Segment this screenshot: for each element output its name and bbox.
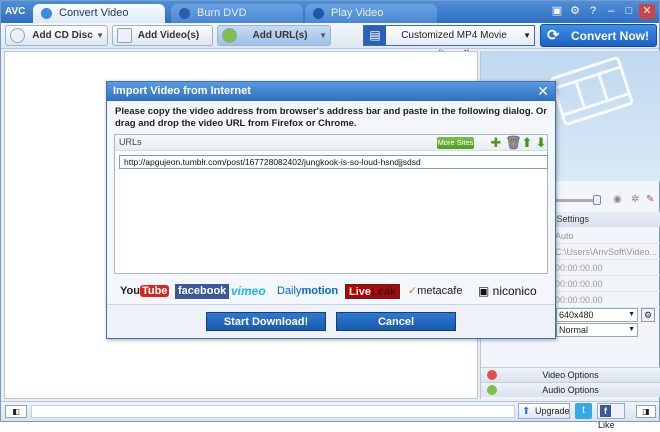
convert-video-icon (41, 8, 52, 19)
supported-sites: You Tube facebook vimeo Dailymotion LiveL… (114, 282, 548, 302)
settings-icon[interactable]: ✲ (631, 194, 639, 205)
upgrade-label: Upgrade (535, 406, 570, 416)
chevron-down-icon[interactable]: ▼ (96, 26, 104, 45)
liveleak-logo: LiveLeak (345, 284, 401, 299)
metacafe-logo: ✓metacafe (408, 285, 463, 297)
basic-settings-header[interactable]: sic Settings (541, 212, 660, 227)
film-icon (117, 28, 132, 43)
camera-icon[interactable]: ◉ (613, 194, 622, 205)
video-options-bar[interactable]: Video Options (481, 367, 660, 382)
help-icon[interactable]: ? (585, 4, 601, 19)
maximize-icon[interactable]: □ (621, 4, 637, 19)
convert-now-button[interactable]: ⟳ Convert Now! (540, 24, 657, 47)
arrow-up-icon[interactable]: ⬆ (520, 136, 534, 150)
minimize-icon[interactable]: – (603, 4, 619, 19)
setting-value[interactable]: C:\Users\AnvSoft\Video... (555, 244, 660, 260)
twitter-icon[interactable]: t (575, 403, 592, 419)
facebook-icon: f (600, 405, 611, 417)
app-window: AVC Convert Video Burn DVD Play Video ▣ … (0, 0, 660, 430)
film-strip-icon: ▤ (364, 26, 386, 45)
add-videos-button[interactable]: Add Video(s) (112, 25, 213, 46)
gear-icon[interactable]: ⚙ (641, 308, 655, 322)
setting-value[interactable]: Auto (555, 228, 660, 244)
delete-icon[interactable]: 🗑 (505, 136, 522, 150)
volume-track[interactable] (549, 199, 599, 202)
output-profile-select[interactable]: ▤ Customized MP4 Movie (*.mp4) ▼ (363, 25, 535, 60)
upgrade-button[interactable]: ⬆ Upgrade (518, 403, 570, 419)
wand-icon[interactable]: ✎ (646, 194, 654, 205)
youtube-logo: You Tube (120, 285, 170, 297)
facebook-like-button[interactable]: fLike (597, 403, 625, 430)
video-size-value: 640x480 (559, 310, 594, 320)
tab-convert-video[interactable]: Convert Video (33, 4, 165, 23)
refresh-icon: ⟳ (547, 27, 560, 44)
tab-burn-dvd[interactable]: Burn DVD (171, 4, 303, 23)
disc-icon (179, 8, 190, 19)
chevron-down-icon: ▼ (628, 326, 635, 333)
setting-value[interactable]: 00:00:00.00 (555, 260, 660, 276)
import-video-dialog: Import Video from Internet ✕ Please copy… (106, 81, 556, 339)
share-icon[interactable]: ▣ (549, 4, 565, 19)
close-icon[interactable]: ✕ (639, 4, 655, 19)
video-options-label: Video Options (542, 370, 599, 380)
dialog-button-bar: Start Download! Cancel (107, 304, 555, 338)
quality-value: Normal (559, 325, 589, 335)
gear-icon[interactable]: ⚙ (567, 4, 583, 19)
video-size-select[interactable]: 640x480 ▼ (556, 308, 638, 322)
chevron-down-icon: ▼ (628, 311, 635, 318)
setting-value[interactable]: 00:00:00.00 (555, 276, 660, 292)
collapse-right-icon[interactable]: ◨ (636, 405, 656, 418)
vimeo-logo: vimeo (231, 284, 266, 298)
status-bar: ◧ ⬆ Upgrade t fLike ◨ (1, 401, 659, 430)
add-urls-label: Add URL(s) (252, 30, 308, 41)
dailymotion-logo: Dailymotion (277, 285, 339, 297)
convert-label: Convert Now! (571, 29, 649, 43)
output-path-field[interactable] (31, 405, 515, 418)
more-sites-button[interactable]: More Sites (437, 137, 474, 149)
add-videos-label: Add Video(s) (137, 30, 200, 41)
add-cd-label: Add CD Disc (32, 30, 93, 41)
arrow-down-icon[interactable]: ⬇ (534, 136, 548, 150)
close-icon[interactable]: ✕ (535, 83, 551, 99)
url-list[interactable]: URLs More Sites ✚ 🗑 ⬆ ⬇ http://apgujeon.… (114, 134, 548, 274)
add-urls-button[interactable]: Add URL(s) ▼ (217, 25, 331, 46)
toolbar: Add CD Disc ▼ Add Video(s) Add URL(s) ▼ … (1, 23, 659, 60)
dialog-instructions: Please copy the video address from brows… (115, 106, 547, 129)
setting-value[interactable]: 00:00:00.00 (555, 292, 660, 308)
video-options-icon (487, 370, 497, 380)
facebook-logo: facebook (175, 284, 230, 299)
window-controls: ▣ ⚙ ? – □ ✕ (549, 4, 655, 19)
title-bar: AVC Convert Video Burn DVD Play Video ▣ … (1, 1, 659, 23)
tab-label: Play Video (331, 7, 384, 19)
url-input[interactable]: http://apgujeon.tumblr.com/post/16772808… (119, 155, 548, 169)
url-list-header: URLs More Sites ✚ 🗑 ⬆ ⬇ (115, 135, 547, 151)
dialog-title: Import Video from Internet (107, 82, 555, 101)
globe-icon (222, 28, 237, 43)
cd-icon (10, 28, 25, 43)
volume-knob[interactable] (593, 195, 601, 205)
start-download-button[interactable]: Start Download! (206, 312, 326, 331)
chevron-down-icon[interactable]: ▼ (319, 26, 327, 45)
upgrade-icon: ⬆ (522, 406, 531, 417)
tab-label: Convert Video (59, 7, 129, 19)
urls-label: URLs (119, 137, 142, 147)
cancel-button[interactable]: Cancel (336, 312, 456, 331)
collapse-left-icon[interactable]: ◧ (5, 405, 27, 418)
app-logo: AVC (5, 6, 26, 17)
chevron-down-icon: ▼ (523, 31, 531, 40)
audio-options-label: Audio Options (542, 385, 599, 395)
audio-options-bar[interactable]: Audio Options (481, 382, 660, 397)
tab-play-video[interactable]: Play Video (305, 4, 437, 23)
play-icon (313, 8, 324, 19)
tab-label: Burn DVD (197, 7, 247, 19)
audio-options-icon (487, 385, 497, 395)
quality-select[interactable]: Normal ▼ (556, 323, 638, 337)
niconico-logo: ▣ niconico (478, 284, 537, 298)
add-icon[interactable]: ✚ (489, 136, 503, 150)
add-cd-button[interactable]: Add CD Disc ▼ (5, 25, 108, 46)
